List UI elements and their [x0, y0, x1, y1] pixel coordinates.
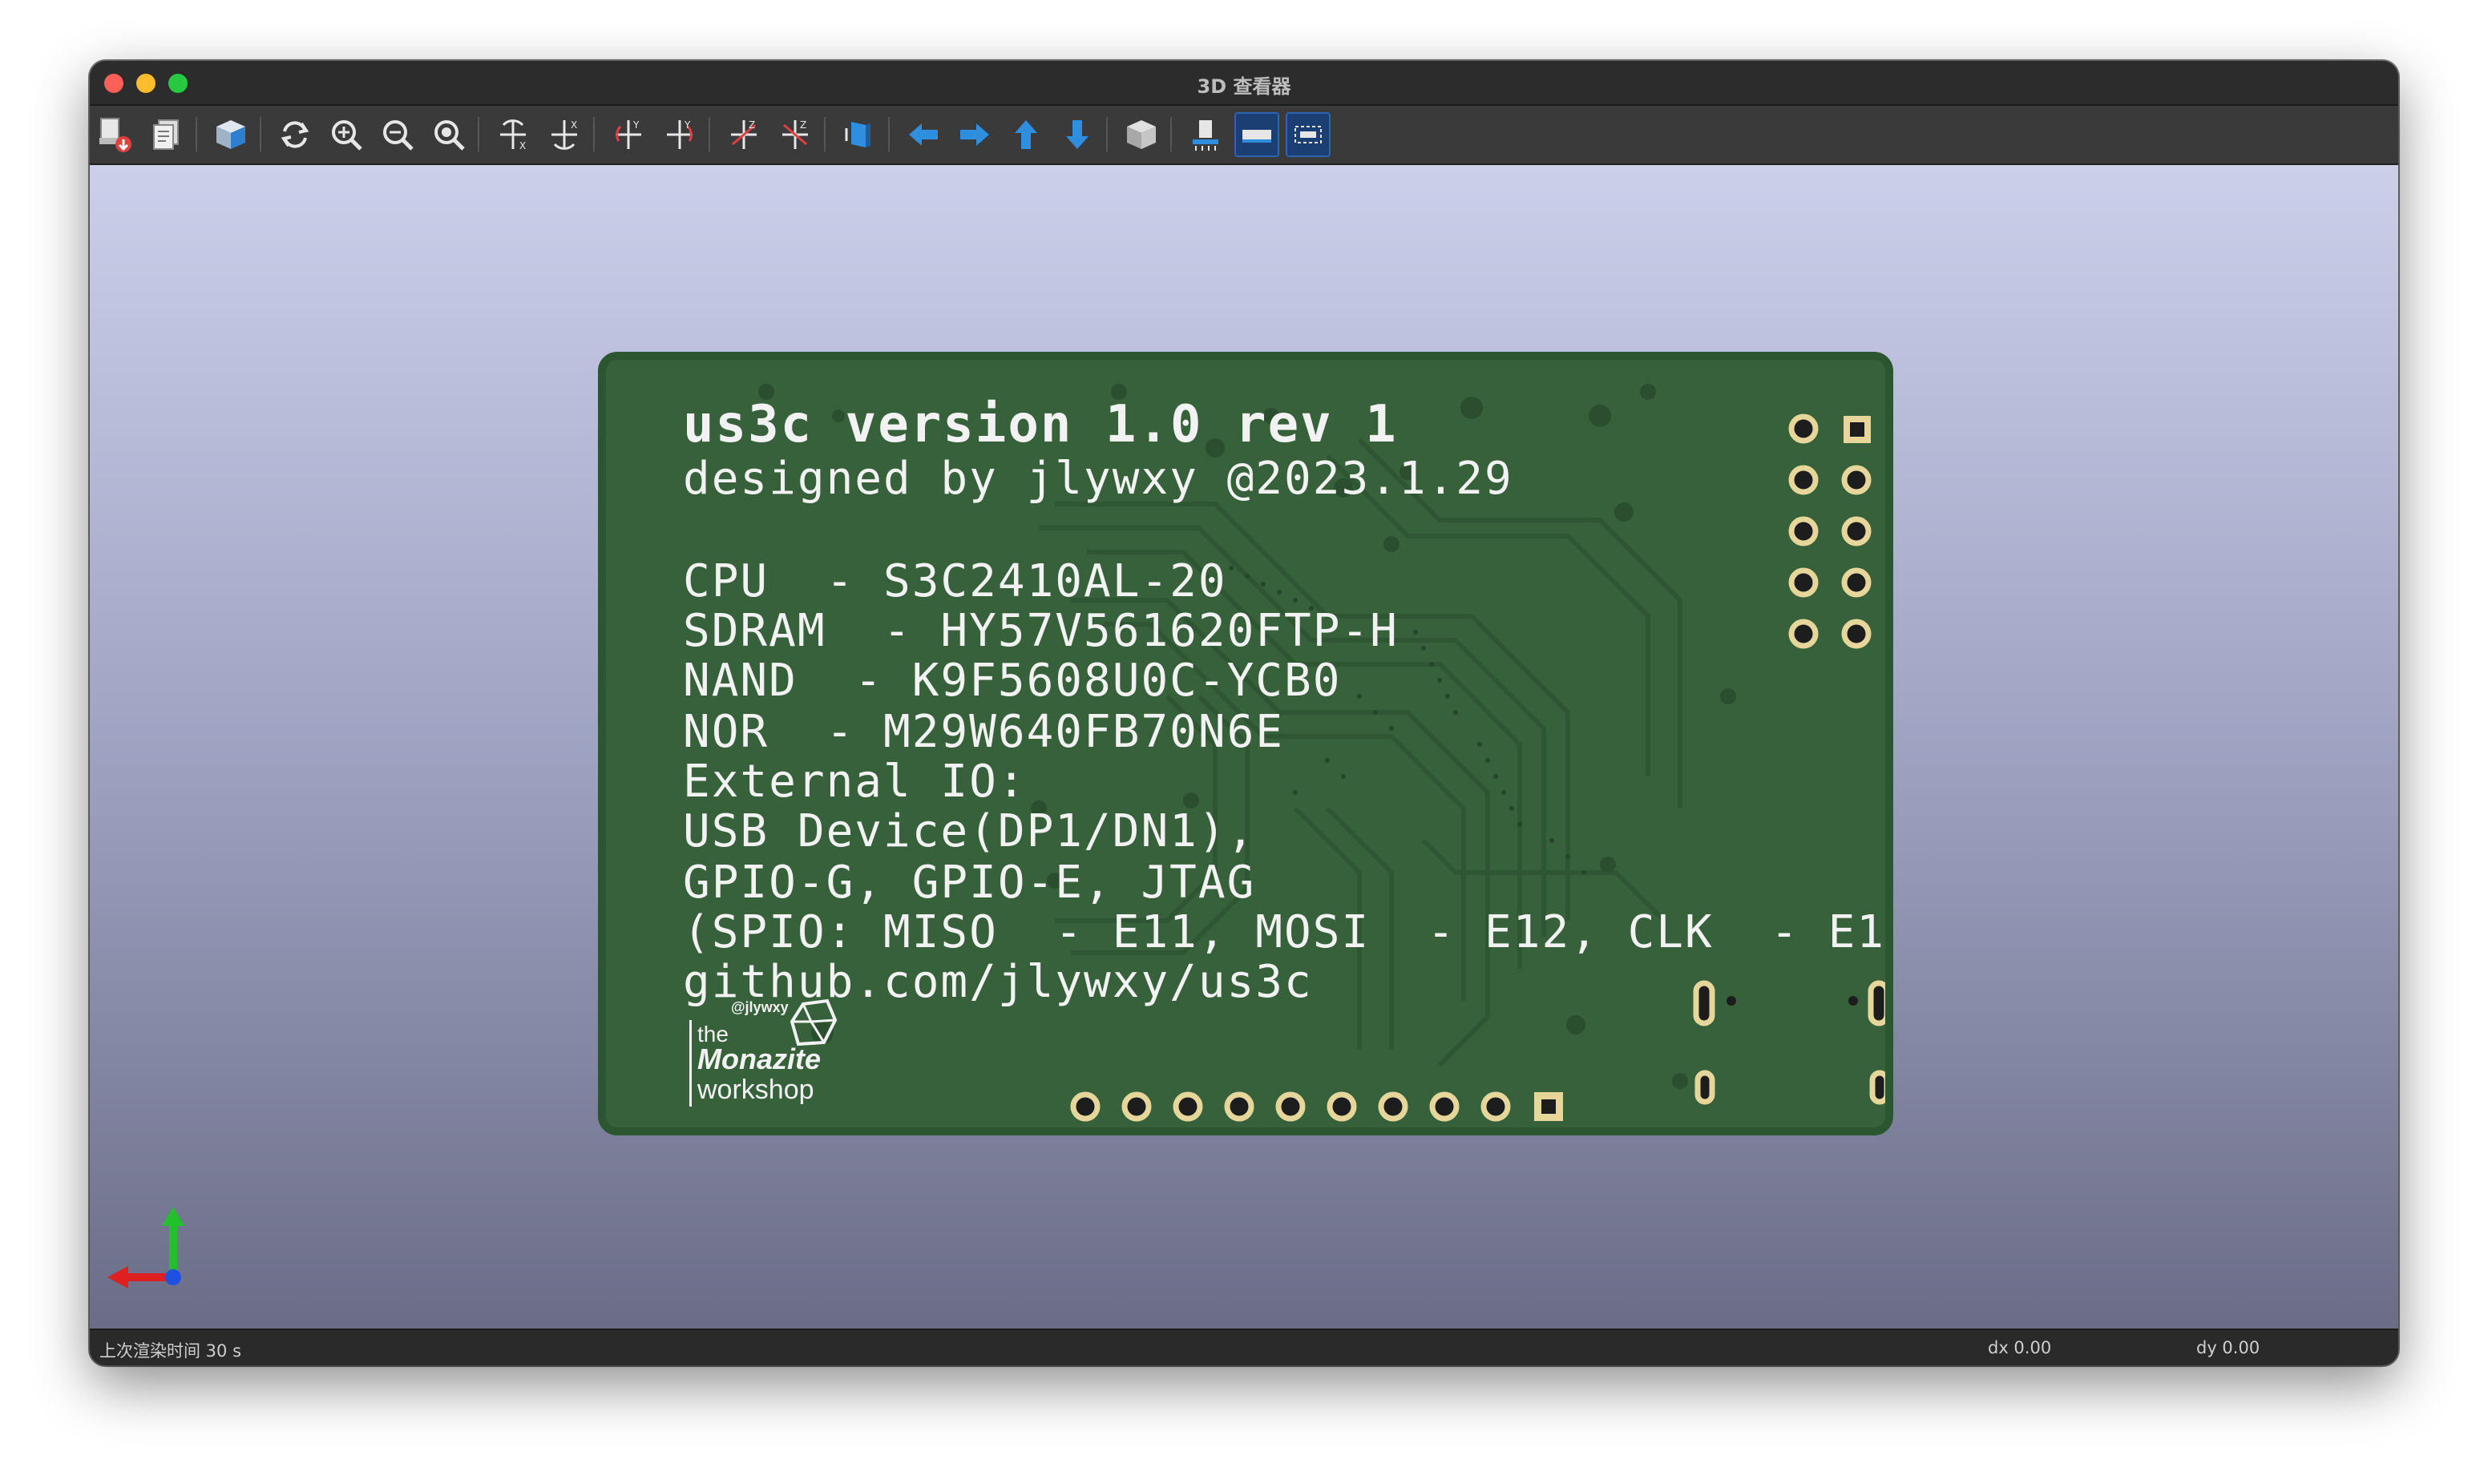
- copy-icon: [153, 119, 179, 150]
- show-bbox-button[interactable]: [1286, 112, 1331, 157]
- rotate-x-cw-button[interactable]: X: [491, 112, 535, 157]
- silkscreen-line: SDRAM - HY57V561620FTP-H: [683, 605, 1399, 657]
- show-footprints-icon: [1193, 120, 1218, 151]
- show-footprints-button[interactable]: [1183, 112, 1228, 157]
- pan-up-icon: [1015, 120, 1037, 149]
- rotate-y-ccw-icon: Y: [667, 119, 693, 149]
- copy-image-button[interactable]: [144, 112, 189, 157]
- pan-up-button[interactable]: [1004, 112, 1048, 157]
- 3d-viewport[interactable]: us3c version 1.0 rev 1 designed by jlywx…: [90, 165, 2398, 1329]
- pan-down-button[interactable]: [1055, 112, 1100, 157]
- logo-line2: Monazite: [697, 1042, 822, 1075]
- show-board-icon: [1242, 130, 1271, 143]
- silkscreen-title: us3c version 1.0 rev 1: [683, 395, 1398, 454]
- rotate-z-ccw-button[interactable]: Z: [773, 112, 818, 157]
- logo-handle: @jlywxy: [731, 999, 789, 1015]
- silkscreen-line: (SPIO: MISO - E11, MOSI - E12, CLK - E13…: [683, 906, 1893, 958]
- status-bar: 上次渲染时间 30 s dx 0.00 dy 0.00: [90, 1329, 2398, 1365]
- silkscreen-line: CPU - S3C2410AL-20: [683, 555, 1227, 607]
- pan-left-button[interactable]: [901, 112, 946, 157]
- silkscreen-line: NOR - M29W640FB70N6E: [683, 706, 1285, 758]
- zoom-fit-button[interactable]: [426, 112, 471, 157]
- redraw-icon: [281, 121, 309, 148]
- zoom-in-button[interactable]: [324, 112, 369, 157]
- 3d-viewer-window: 3D 查看器 X X Y Y Z Z us3c version 1.0 rev …: [90, 61, 2398, 1365]
- flip-board-button[interactable]: [837, 112, 882, 157]
- logo-line3: workshop: [697, 1075, 814, 1105]
- flip-board-icon: [845, 122, 870, 147]
- pan-down-icon: [1066, 120, 1088, 149]
- silkscreen-line: NAND - K9F5608U0C-YCB0: [683, 655, 1342, 707]
- svg-text:Z: Z: [749, 119, 755, 131]
- rotate-x-ccw-icon: X: [551, 119, 577, 150]
- rotate-z-cw-icon: Z: [731, 119, 757, 149]
- pcb-board: us3c version 1.0 rev 1 designed by jlywx…: [598, 352, 1893, 1135]
- dy-readout: dy 0.00: [2196, 1338, 2260, 1357]
- rotate-x-cw-icon: X: [500, 119, 526, 151]
- rotate-y-cw-button[interactable]: Y: [606, 112, 651, 157]
- svg-text:Y: Y: [684, 119, 691, 131]
- show-board-button[interactable]: [1234, 112, 1279, 157]
- rotate-y-cw-icon: Y: [616, 119, 641, 149]
- pan-right-button[interactable]: [952, 112, 997, 157]
- export-image-button[interactable]: [93, 112, 138, 157]
- monazite-workshop-logo: @jlywxy the Monazite workshop: [683, 998, 843, 1119]
- title-bar: 3D 查看器: [90, 61, 2398, 106]
- show-bbox-icon: [1294, 126, 1322, 143]
- perspective-button[interactable]: [208, 112, 253, 157]
- redraw-button[interactable]: [273, 112, 317, 157]
- pan-left-icon: [909, 123, 938, 146]
- rotate-x-ccw-button[interactable]: X: [542, 112, 587, 157]
- silkscreen-line: USB Device(DP1/DN1),: [683, 805, 1256, 857]
- iso-view-icon: [1127, 120, 1156, 149]
- rotate-z-cw-button[interactable]: Z: [721, 112, 766, 157]
- svg-text:Y: Y: [632, 119, 640, 131]
- svg-text:X: X: [519, 140, 526, 151]
- rotate-y-ccw-button[interactable]: Y: [657, 112, 702, 157]
- svg-text:Z: Z: [800, 119, 806, 131]
- iso-view-button[interactable]: [1119, 112, 1164, 157]
- export-image-icon: [99, 118, 131, 152]
- silkscreen-line: GPIO-G, GPIO-E, JTAG: [683, 857, 1256, 909]
- pan-right-icon: [960, 123, 989, 146]
- window-title: 3D 查看器: [1197, 75, 1291, 98]
- zoom-fit-icon: [434, 120, 465, 151]
- axis-triad-icon: [107, 1207, 184, 1288]
- silkscreen-line: designed by jlywxy @2023.1.29: [683, 453, 1513, 505]
- svg-text:X: X: [571, 119, 577, 131]
- perspective-cube-icon: [216, 120, 245, 149]
- toolbar: X X Y Y Z Z: [90, 106, 2398, 165]
- rotate-z-ccw-icon: Z: [782, 119, 808, 149]
- render-time-label: 上次渲染时间 30 s: [99, 1341, 242, 1361]
- zoom-out-icon: [383, 120, 414, 151]
- zoom-out-button[interactable]: [375, 112, 420, 157]
- zoom-in-icon: [332, 120, 362, 151]
- silkscreen-line: External IO:: [683, 756, 1027, 808]
- dx-readout: dx 0.00: [1988, 1338, 2052, 1357]
